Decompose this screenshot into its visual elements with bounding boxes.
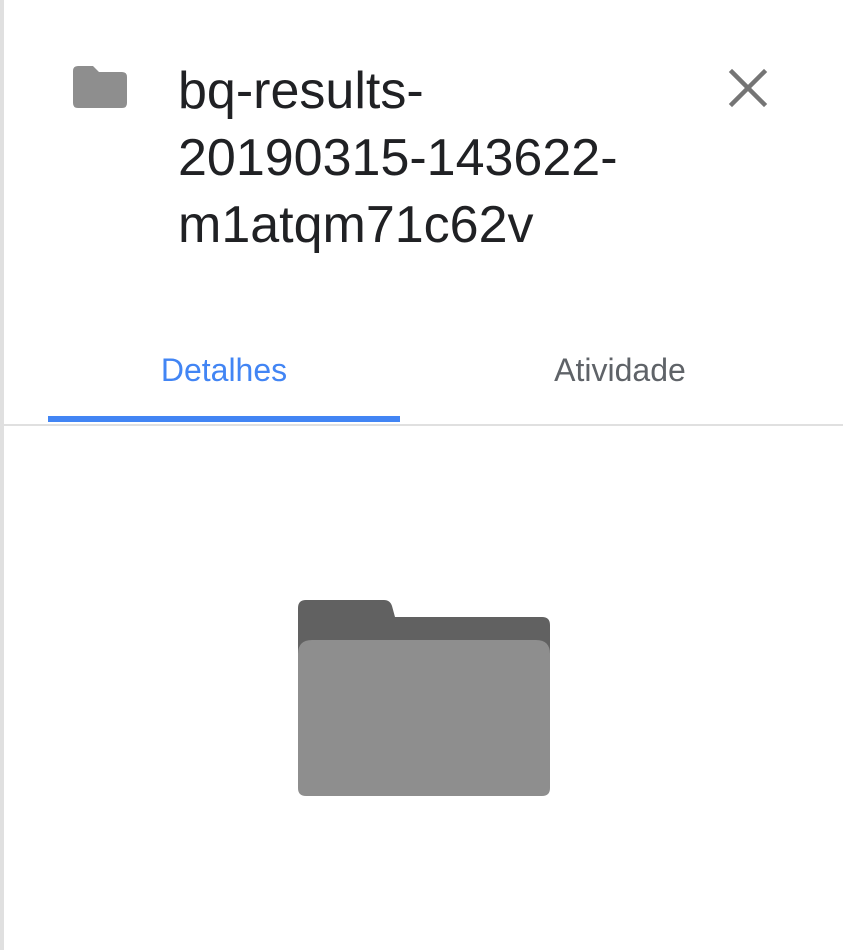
panel-left-border [0, 0, 4, 950]
close-icon [728, 68, 768, 108]
preview-folder-icon [298, 600, 550, 796]
tab-bar: Detalhes Atividade [0, 318, 843, 426]
folder-icon [73, 66, 127, 108]
file-title: bq-results- 20190315-143622- m1atqm71c62… [178, 62, 618, 254]
tab-activity[interactable]: Atividade [444, 318, 796, 422]
active-tab-indicator [48, 416, 400, 422]
details-panel: bq-results- 20190315-143622- m1atqm71c62… [0, 0, 859, 950]
tab-details[interactable]: Detalhes [48, 318, 400, 422]
close-button[interactable] [718, 58, 778, 118]
